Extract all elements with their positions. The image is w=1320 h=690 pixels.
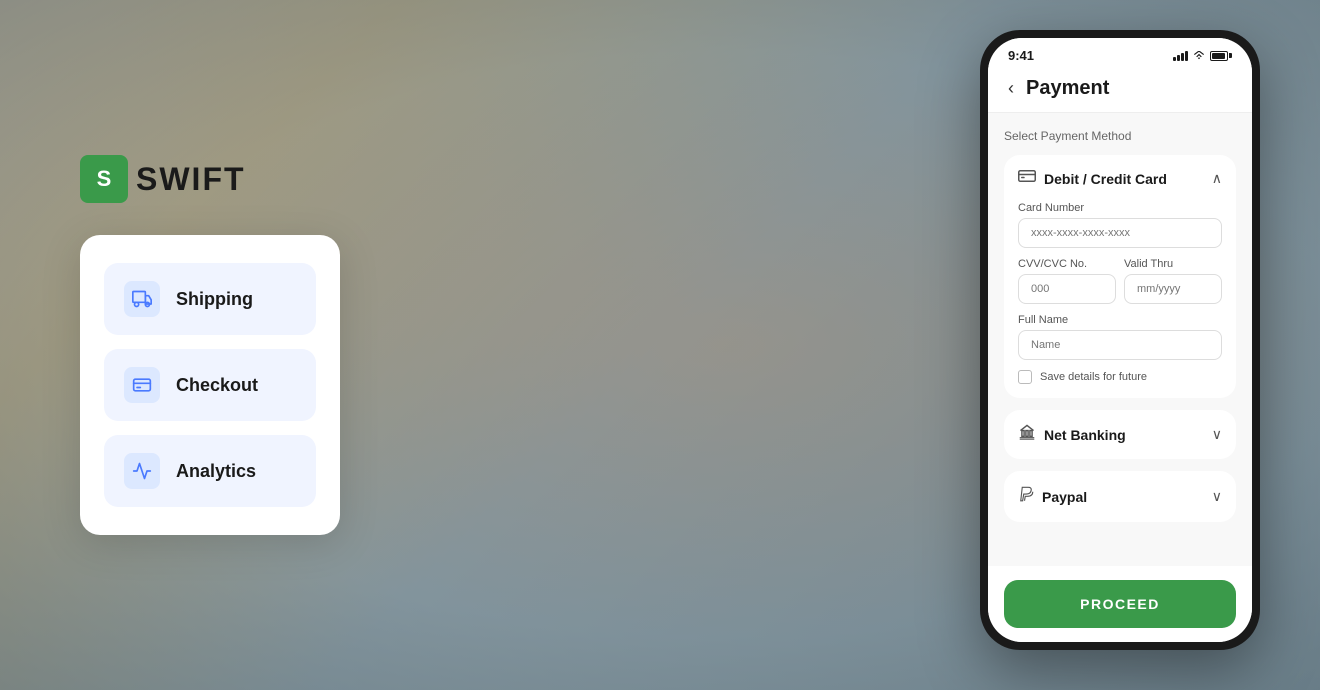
full-name-group: Full Name: [1018, 314, 1222, 360]
logo-text: SWIFT: [136, 161, 246, 198]
menu-item-shipping[interactable]: Shipping: [104, 263, 316, 335]
full-name-label: Full Name: [1018, 314, 1222, 326]
logo-icon: S: [80, 155, 128, 203]
net-banking-chevron: ∨: [1212, 426, 1222, 443]
debit-credit-header[interactable]: Debit / Credit Card ∧: [1018, 169, 1222, 188]
paypal-chevron: ∨: [1212, 488, 1222, 505]
card-form: Card Number CVV/CVC No. Valid Thru: [1018, 202, 1222, 384]
cvv-group: CVV/CVC No.: [1018, 258, 1116, 304]
shipping-label: Shipping: [176, 289, 253, 310]
menu-card: Shipping Checkout Analytics: [80, 235, 340, 535]
battery-icon: [1210, 51, 1232, 61]
signal-icon: [1173, 51, 1188, 61]
payment-title: Payment: [1026, 77, 1109, 100]
phone-header: ‹ Payment: [988, 69, 1252, 113]
checkout-label: Checkout: [176, 375, 258, 396]
phone-footer: PROCEED: [988, 566, 1252, 642]
cvv-validity-row: CVV/CVC No. Valid Thru: [1018, 258, 1222, 314]
card-icon: [1018, 169, 1036, 188]
card-number-input[interactable]: [1018, 218, 1222, 248]
left-panel: S SWIFT Shipping: [80, 155, 340, 535]
card-number-group: Card Number: [1018, 202, 1222, 248]
status-time: 9:41: [1008, 48, 1034, 63]
phone-screen: 9:41: [988, 38, 1252, 642]
valid-thru-group: Valid Thru: [1124, 258, 1222, 304]
logo: S SWIFT: [80, 155, 340, 203]
checkout-icon: [124, 367, 160, 403]
status-icons: [1173, 51, 1232, 61]
status-bar: 9:41: [988, 38, 1252, 69]
net-banking-header[interactable]: Net Banking ∨: [1018, 424, 1222, 445]
menu-item-checkout[interactable]: Checkout: [104, 349, 316, 421]
back-button[interactable]: ‹: [1008, 78, 1014, 99]
save-details-row: Save details for future: [1018, 370, 1222, 384]
paypal-section: Paypal ∨: [1004, 471, 1236, 522]
net-banking-title: Net Banking: [1018, 424, 1126, 445]
shipping-icon: [124, 281, 160, 317]
save-details-label: Save details for future: [1040, 371, 1147, 383]
cvv-input[interactable]: [1018, 274, 1116, 304]
full-name-input[interactable]: [1018, 330, 1222, 360]
net-banking-section: Net Banking ∨: [1004, 410, 1236, 459]
card-number-label: Card Number: [1018, 202, 1222, 214]
paypal-icon: [1018, 485, 1034, 508]
debit-credit-title: Debit / Credit Card: [1018, 169, 1167, 188]
save-details-checkbox[interactable]: [1018, 370, 1032, 384]
debit-credit-chevron: ∧: [1212, 170, 1222, 187]
phone-mockup: 9:41: [980, 30, 1260, 650]
paypal-title: Paypal: [1018, 485, 1087, 508]
valid-thru-label: Valid Thru: [1124, 258, 1222, 270]
valid-thru-input[interactable]: [1124, 274, 1222, 304]
analytics-icon: [124, 453, 160, 489]
wifi-icon: [1192, 51, 1206, 61]
proceed-button[interactable]: PROCEED: [1004, 580, 1236, 628]
select-method-label: Select Payment Method: [1004, 129, 1236, 143]
cvv-label: CVV/CVC No.: [1018, 258, 1116, 270]
menu-item-analytics[interactable]: Analytics: [104, 435, 316, 507]
analytics-label: Analytics: [176, 461, 256, 482]
bank-icon: [1018, 424, 1036, 445]
debit-credit-section: Debit / Credit Card ∧ Card Number CVV/CV…: [1004, 155, 1236, 398]
phone-body: Select Payment Method Debit / Credit Car…: [988, 113, 1252, 566]
paypal-header[interactable]: Paypal ∨: [1018, 485, 1222, 508]
